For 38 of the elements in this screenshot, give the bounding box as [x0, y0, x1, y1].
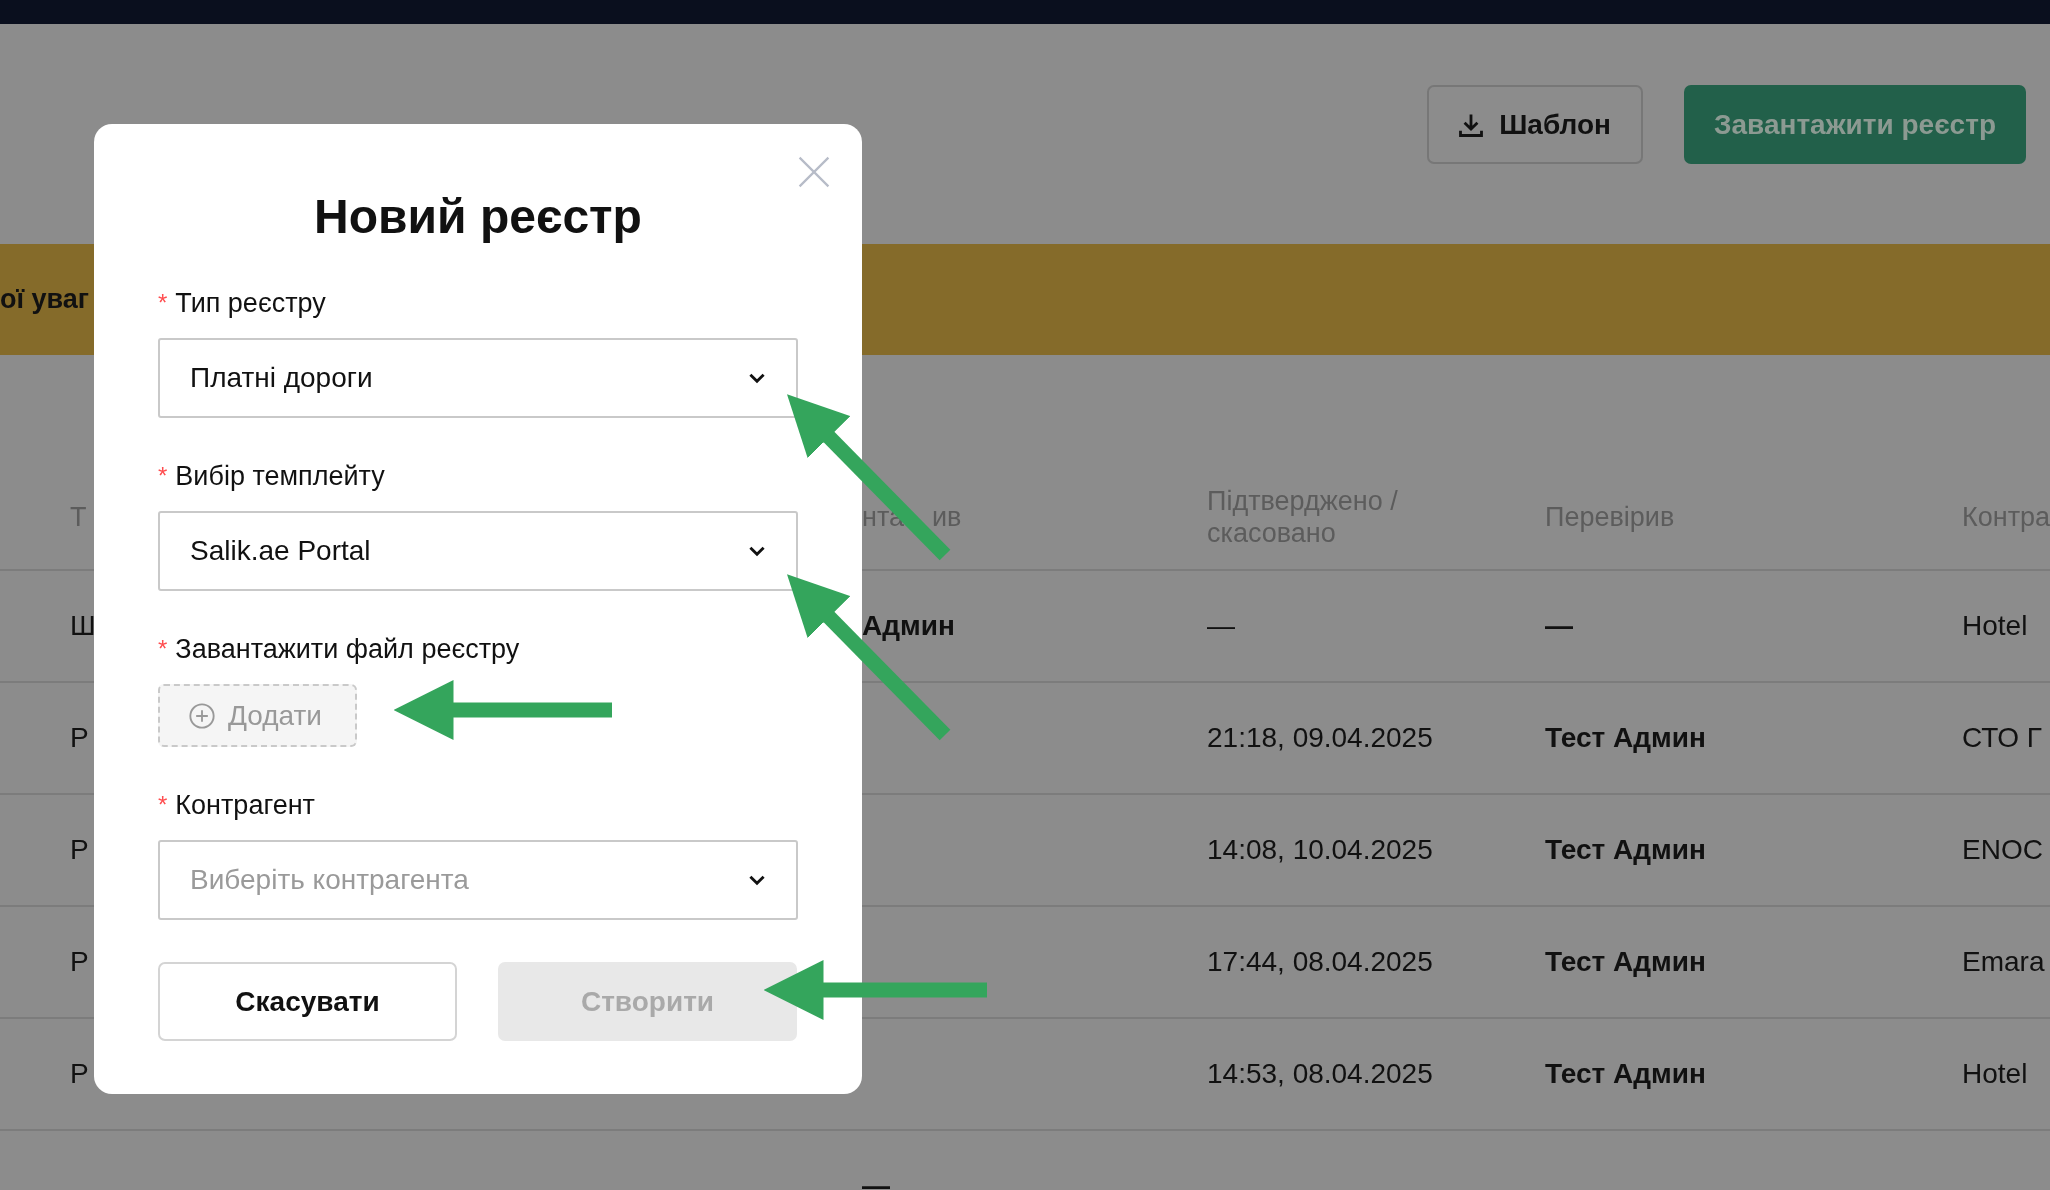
table-cell: Админ	[862, 610, 955, 641]
select-field[interactable]: Salik.ae Portal	[158, 511, 798, 591]
table-cell: 14:53, 08.04.2025	[1207, 1058, 1433, 1089]
banner-text: ої уваг	[0, 284, 90, 315]
required-mark: *	[158, 791, 168, 819]
table-cell: 21:18, 09.04.2025	[1207, 722, 1433, 753]
table-cell: 17:44, 08.04.2025	[1207, 946, 1433, 977]
table-cell: P	[70, 1058, 89, 1089]
table-cell: Тест Админ	[1545, 722, 1706, 753]
select-field[interactable]: Платні дороги	[158, 338, 798, 418]
table-cell: Тест Админ	[1545, 834, 1706, 865]
table-cell: Тест Админ	[1545, 1058, 1706, 1089]
template-button[interactable]: Шаблон	[1427, 85, 1643, 164]
table-cell: Тест Админ	[1545, 946, 1706, 977]
cancel-button[interactable]: Скасувати	[158, 962, 457, 1041]
required-mark: *	[158, 635, 168, 663]
table-cell: Ш	[70, 610, 96, 641]
table-cell: —	[1207, 610, 1235, 641]
close-icon[interactable]	[796, 154, 832, 190]
required-mark: *	[158, 462, 168, 490]
field-label: Вибір темплейту	[175, 460, 385, 492]
table-cell: Emara	[1962, 946, 2045, 977]
field-label: Тип реєстру	[175, 287, 326, 319]
table-cell: 14:08, 10.04.2025	[1207, 834, 1433, 865]
table-cell: P	[70, 722, 89, 753]
table-cell: —	[1545, 610, 1573, 641]
required-mark: *	[158, 289, 168, 317]
table-cell: —	[862, 1170, 890, 1190]
table-cell: P	[70, 946, 89, 977]
field-label: Завантажити файл реєстру	[175, 633, 520, 665]
table-cell: ENOC	[1962, 834, 2043, 865]
table-cell: СТО Г	[1962, 722, 2042, 753]
table-cell: P	[70, 834, 89, 865]
table-cell: Hotel	[1962, 610, 2028, 641]
dialog-title: Новий реєстр	[313, 189, 643, 245]
plus-circle-icon	[188, 701, 216, 730]
table-cell: Hotel	[1962, 1058, 2028, 1089]
field-label: Контрагент	[175, 789, 315, 821]
